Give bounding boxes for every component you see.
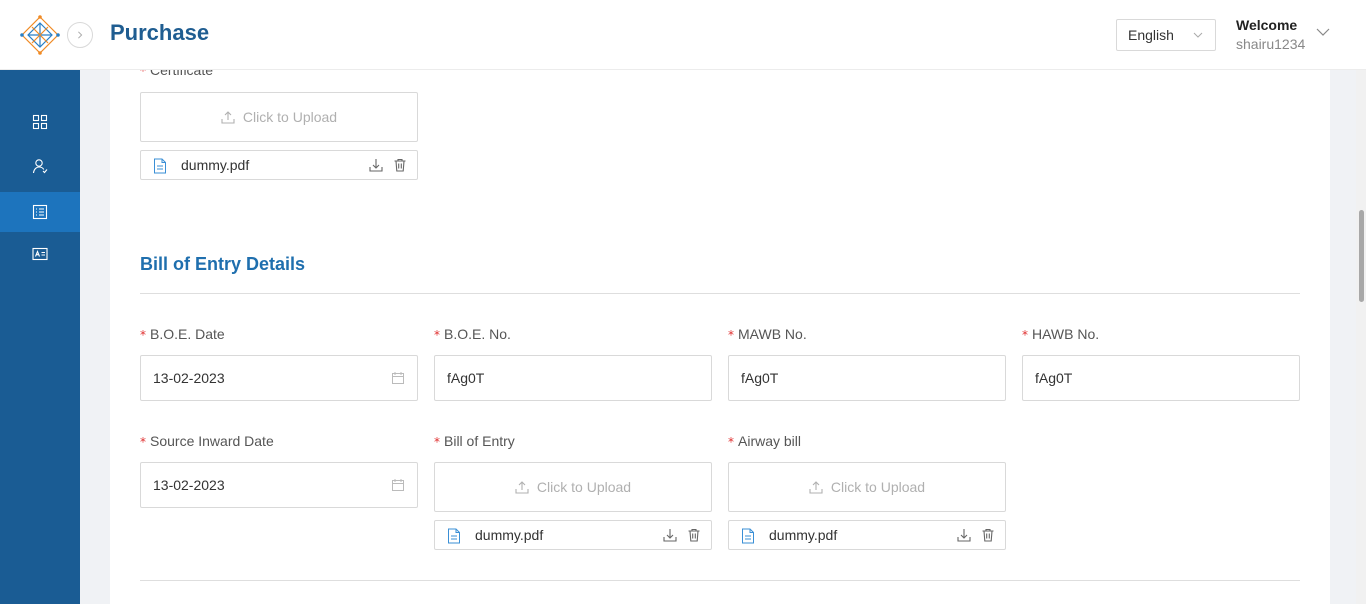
sidebar-item-profile[interactable] bbox=[0, 234, 80, 274]
file-icon bbox=[742, 528, 754, 544]
upload-label: Click to Upload bbox=[536, 479, 632, 495]
hawb-no-value: fAg0T bbox=[1035, 370, 1073, 386]
language-select[interactable]: English bbox=[1116, 19, 1216, 51]
bill-of-entry-label: * Bill of Entry bbox=[434, 433, 515, 449]
mawb-no-input[interactable]: fAg0T bbox=[728, 355, 1006, 401]
app-logo[interactable] bbox=[20, 15, 60, 55]
mawb-no-value: fAg0T bbox=[741, 370, 779, 386]
source-inward-date-value: 13-02-2023 bbox=[153, 477, 225, 493]
username: shairu1234 bbox=[1236, 36, 1306, 52]
boe-date-value: 13-02-2023 bbox=[153, 370, 225, 386]
chevron-down-icon bbox=[1193, 32, 1203, 38]
certificate-file-item[interactable]: dummy.pdf bbox=[140, 150, 418, 180]
upload-icon bbox=[515, 481, 529, 494]
expand-sidebar-button[interactable] bbox=[67, 22, 93, 48]
hawb-no-label: * HAWB No. bbox=[1022, 326, 1100, 342]
id-card-icon bbox=[32, 247, 48, 261]
boe-no-value: fAg0T bbox=[447, 370, 485, 386]
certificate-upload-button[interactable]: Click to Upload bbox=[140, 92, 418, 142]
download-icon[interactable] bbox=[663, 528, 677, 542]
sidebar bbox=[0, 70, 80, 604]
boe-date-picker[interactable]: 13-02-2023 bbox=[140, 355, 418, 401]
sidebar-item-purchase[interactable] bbox=[0, 192, 80, 232]
dashboard-grid-icon bbox=[32, 114, 48, 130]
file-name[interactable]: dummy.pdf bbox=[181, 157, 249, 173]
sidebar-item-dashboard[interactable] bbox=[0, 102, 80, 142]
section-title: Bill of Entry Details bbox=[140, 254, 306, 274]
bill-of-entry-file-item[interactable]: dummy.pdf bbox=[434, 520, 712, 550]
top-header: Purchase English Welcome shairu1234 bbox=[0, 0, 1366, 70]
source-inward-date-picker[interactable]: 13-02-2023 bbox=[140, 462, 418, 508]
section-divider bbox=[140, 293, 1300, 294]
airway-bill-file-item[interactable]: dummy.pdf bbox=[728, 520, 1006, 550]
user-menu-chevron-icon[interactable] bbox=[1316, 27, 1330, 37]
file-icon bbox=[448, 528, 460, 544]
users-icon bbox=[32, 159, 48, 174]
hawb-no-input[interactable]: fAg0T bbox=[1022, 355, 1300, 401]
delete-icon[interactable] bbox=[981, 528, 995, 542]
page-title: Purchase bbox=[110, 20, 210, 45]
file-icon bbox=[154, 158, 166, 174]
bill-of-entry-upload-button[interactable]: Click to Upload bbox=[434, 462, 712, 512]
page-scrollbar[interactable] bbox=[1356, 70, 1366, 604]
upload-icon bbox=[809, 481, 823, 494]
chevron-right-icon bbox=[78, 31, 83, 39]
delete-icon[interactable] bbox=[393, 158, 407, 172]
welcome-text: Welcome bbox=[1236, 17, 1298, 33]
sidebar-item-users[interactable] bbox=[0, 146, 80, 186]
section-divider bbox=[140, 580, 1300, 581]
download-icon[interactable] bbox=[957, 528, 971, 542]
boe-no-input[interactable]: fAg0T bbox=[434, 355, 712, 401]
source-inward-date-label: * Source Inward Date bbox=[140, 433, 274, 449]
file-name[interactable]: dummy.pdf bbox=[769, 527, 837, 543]
airway-bill-label: * Airway bill bbox=[728, 433, 802, 449]
upload-label: Click to Upload bbox=[830, 479, 926, 495]
mawb-no-label: * MAWB No. bbox=[728, 326, 807, 342]
calendar-icon bbox=[392, 372, 404, 384]
file-name[interactable]: dummy.pdf bbox=[475, 527, 543, 543]
delete-icon[interactable] bbox=[687, 528, 701, 542]
calendar-icon bbox=[392, 479, 404, 491]
download-icon[interactable] bbox=[369, 158, 383, 172]
list-document-icon bbox=[32, 204, 48, 220]
boe-date-label: * B.O.E. Date bbox=[140, 326, 225, 342]
scrollbar-thumb[interactable] bbox=[1359, 210, 1364, 302]
boe-no-label: * B.O.E. No. bbox=[434, 326, 511, 342]
language-select-value: English bbox=[1128, 27, 1174, 43]
airway-bill-upload-button[interactable]: Click to Upload bbox=[728, 462, 1006, 512]
upload-label: Click to Upload bbox=[242, 109, 338, 125]
upload-icon bbox=[221, 111, 235, 124]
